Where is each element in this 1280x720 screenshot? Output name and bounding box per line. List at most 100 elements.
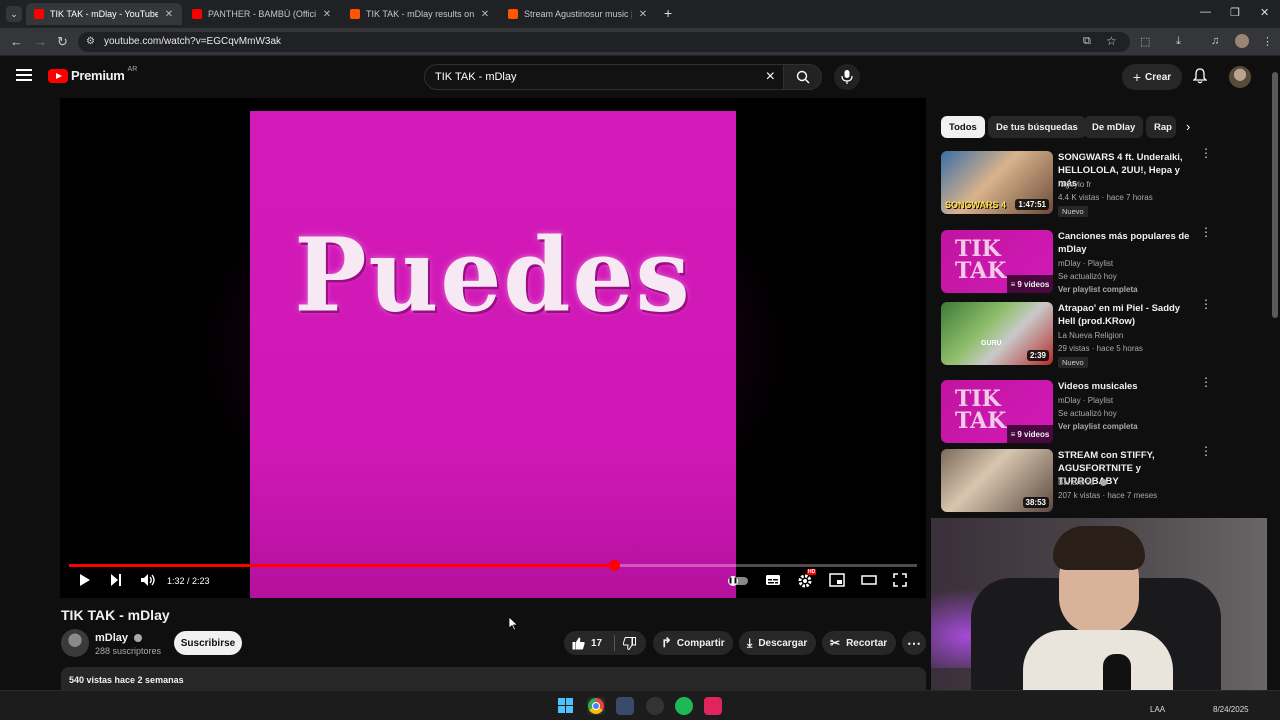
- more-actions-button[interactable]: ⋯: [902, 631, 926, 655]
- next-video-icon[interactable]: [109, 573, 123, 587]
- subtitles-icon[interactable]: [765, 573, 781, 587]
- dislike-button[interactable]: [615, 636, 636, 650]
- media-control-icon[interactable]: ♫: [1211, 35, 1219, 47]
- browser-tab-2[interactable]: TIK TAK - mDlay results on Sou ✕: [342, 3, 498, 25]
- recommendation-item[interactable]: TIK TAK ≡ 9 videos Canciones más popular…: [941, 226, 1221, 296]
- browser-tab-1[interactable]: PANTHER - BAMBÚ (Official Vi ✕: [184, 3, 340, 25]
- play-icon[interactable]: [78, 573, 92, 587]
- clear-search-icon[interactable]: ×: [766, 68, 775, 86]
- create-button[interactable]: + Crear: [1122, 64, 1182, 90]
- windows-start-icon[interactable]: [557, 697, 575, 715]
- create-label: Crear: [1145, 71, 1172, 83]
- more-vertical-icon[interactable]: ⋮: [1200, 226, 1212, 238]
- channel-name[interactable]: mDlay: [95, 632, 143, 644]
- autoplay-toggle[interactable]: ❚❚: [728, 576, 748, 586]
- search-input[interactable]: [435, 71, 755, 83]
- thumbs-up-icon: [572, 637, 585, 649]
- close-tab-icon[interactable]: ✕: [164, 9, 174, 20]
- more-vertical-icon[interactable]: ⋮: [1200, 376, 1212, 388]
- notifications-bell-icon[interactable]: [1193, 68, 1207, 84]
- browser-tab-3[interactable]: Stream Agustinosur music | List ✕: [500, 3, 656, 25]
- app-icon[interactable]: [616, 697, 634, 715]
- progress-fill: [69, 564, 615, 567]
- view-full-playlist-link[interactable]: Ver playlist completa: [1058, 285, 1138, 294]
- close-window-icon[interactable]: ✕: [1260, 6, 1269, 19]
- spotify-icon[interactable]: [675, 697, 693, 715]
- tab-title: Stream Agustinosur music | List: [524, 9, 632, 19]
- input-language[interactable]: LAA: [1150, 705, 1165, 714]
- playlist-thumbnail[interactable]: TIK TAK ≡ 9 videos: [941, 230, 1053, 293]
- new-tab-icon[interactable]: +: [664, 5, 672, 21]
- minimize-icon[interactable]: —: [1200, 6, 1211, 18]
- forward-icon[interactable]: →: [34, 34, 47, 49]
- tab-search-icon[interactable]: ⌄: [6, 6, 22, 22]
- hamburger-menu-icon[interactable]: [16, 69, 32, 84]
- voice-search-button[interactable]: [834, 64, 860, 90]
- video-thumbnail[interactable]: GURU 2:39: [941, 302, 1053, 365]
- download-button[interactable]: ⤓ Descargar: [739, 631, 816, 655]
- recommendation-item[interactable]: SONGWARS 4 1:47:51 SONGWARS 4 ft. Undera…: [941, 147, 1221, 217]
- account-avatar[interactable]: [1229, 66, 1251, 88]
- chip-todos[interactable]: Todos: [941, 116, 985, 138]
- fullscreen-icon[interactable]: [893, 573, 907, 587]
- restore-icon[interactable]: ❐: [1230, 6, 1240, 19]
- close-tab-icon[interactable]: ✕: [480, 9, 490, 20]
- more-menu-icon[interactable]: ⋮: [1262, 35, 1273, 48]
- search-box[interactable]: ×: [424, 64, 784, 90]
- obs-icon[interactable]: [646, 697, 664, 715]
- search-button[interactable]: [784, 64, 822, 90]
- back-icon[interactable]: ←: [10, 34, 23, 49]
- rec-title: Atrapao' en mi Piel - Saddy Hell (prod.K…: [1058, 303, 1181, 327]
- miniplayer-icon[interactable]: [829, 573, 845, 587]
- bookmark-star-icon[interactable]: ☆: [1106, 34, 1117, 48]
- view-full-playlist-link[interactable]: Ver playlist completa: [1058, 422, 1138, 431]
- recommendation-item[interactable]: TIK TAK ≡ 9 videos Videos musicales mDla…: [941, 376, 1221, 446]
- install-app-icon[interactable]: ⧉: [1083, 35, 1091, 48]
- time-display: 1:32 / 2:23: [167, 576, 210, 586]
- video-thumbnail[interactable]: SONGWARS 4 1:47:51: [941, 151, 1053, 214]
- browser-tab-0[interactable]: TIK TAK - mDlay - YouTube ✕: [26, 3, 182, 25]
- video-duration: 38:53: [1022, 497, 1049, 508]
- youtube-premium-logo[interactable]: Premium AR: [48, 66, 137, 83]
- recommendation-item[interactable]: GURU 2:39 Atrapao' en mi Piel - Saddy He…: [941, 298, 1221, 368]
- profile-avatar[interactable]: [1235, 34, 1249, 48]
- chip-de-tus-busquedas[interactable]: De tus búsquedas: [988, 116, 1086, 138]
- page-scrollbar[interactable]: [1270, 60, 1280, 690]
- scrollbar-thumb[interactable]: [1272, 72, 1278, 318]
- playlist-count: ≡ 9 videos: [1007, 275, 1053, 293]
- settings-button[interactable]: HD: [797, 569, 817, 594]
- like-button[interactable]: 17: [564, 637, 614, 650]
- playlist-thumbnail[interactable]: TIK TAK ≡ 9 videos: [941, 380, 1053, 443]
- theater-mode-icon[interactable]: [861, 573, 877, 587]
- progress-bar[interactable]: [69, 560, 917, 571]
- chip-de-mdlay[interactable]: De mDlay: [1084, 116, 1144, 138]
- close-tab-icon[interactable]: ✕: [638, 9, 648, 20]
- video-thumbnail[interactable]: 38:53: [941, 449, 1053, 512]
- chip-rap[interactable]: Rap: [1146, 116, 1176, 138]
- chrome-icon[interactable]: [587, 697, 605, 715]
- more-vertical-icon[interactable]: ⋮: [1200, 445, 1212, 457]
- video-duration: 2:39: [1026, 350, 1049, 361]
- extensions-icon[interactable]: ⬚: [1140, 35, 1150, 48]
- site-info-icon[interactable]: ⚙: [86, 36, 95, 47]
- chips-next-icon[interactable]: ›: [1186, 119, 1190, 134]
- share-label: Compartir: [676, 637, 725, 649]
- reload-icon[interactable]: ↻: [57, 34, 68, 50]
- volume-icon[interactable]: [140, 573, 156, 587]
- download-icon[interactable]: ⤓: [1176, 35, 1181, 48]
- video-player[interactable]: Puedes 1:32 / 2:23 ❚❚ HD: [60, 98, 926, 598]
- more-vertical-icon[interactable]: ⋮: [1200, 298, 1212, 310]
- clip-button[interactable]: ✂ Recortar: [822, 631, 896, 655]
- system-date[interactable]: 8/24/2025: [1213, 705, 1249, 714]
- rec-meta: Se actualizó hoy: [1058, 409, 1117, 418]
- tiktok-icon[interactable]: [704, 697, 722, 715]
- recommendation-item[interactable]: 38:53 STREAM con STIFFY, AGUSFORTNITE y …: [941, 445, 1221, 515]
- channel-avatar[interactable]: [61, 629, 89, 657]
- webcam-person-hair: [1053, 526, 1145, 570]
- share-button[interactable]: ↱ Compartir: [653, 631, 733, 655]
- omnibox[interactable]: ⚙ youtube.com/watch?v=EGCqvMmW3ak ⧉ ☆: [78, 32, 1130, 52]
- subscribe-button[interactable]: Suscribirse: [174, 631, 242, 655]
- rec-channel: mDlay · Playlist: [1058, 259, 1114, 268]
- more-vertical-icon[interactable]: ⋮: [1200, 147, 1212, 159]
- close-tab-icon[interactable]: ✕: [322, 9, 332, 20]
